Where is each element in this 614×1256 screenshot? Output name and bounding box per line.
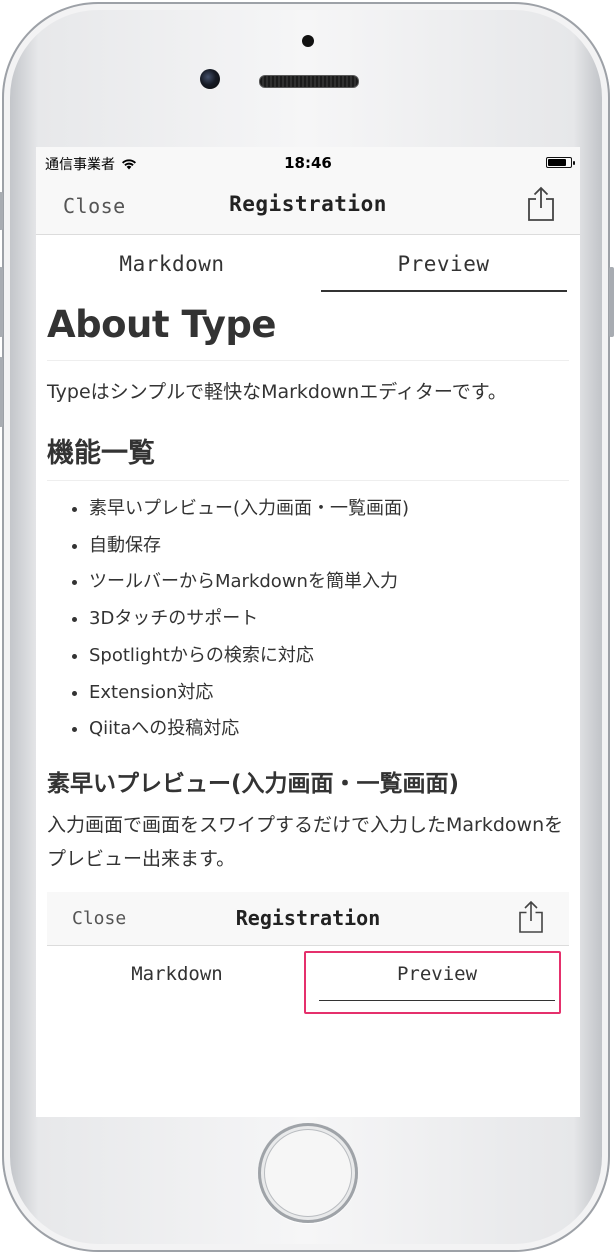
volume-up-button xyxy=(0,267,3,337)
embedded-title: Registration xyxy=(235,905,381,930)
mute-switch xyxy=(0,192,3,230)
battery-icon xyxy=(546,157,575,168)
list-item: Spotlightからの検索に対応 xyxy=(89,638,569,675)
embedded-mode-tabs: Markdown Preview xyxy=(47,946,569,1014)
power-button xyxy=(609,267,614,337)
highlight-annotation-box xyxy=(304,950,561,1014)
share-icon[interactable] xyxy=(526,186,556,222)
tab-markdown[interactable]: Markdown xyxy=(36,235,308,293)
list-item: 3Dタッチのサポート xyxy=(89,601,569,638)
document-section-paragraph: 入力画面で画面をスワイプするだけで入力したMarkdownをプレビュー出来ます。 xyxy=(47,813,564,870)
list-item: 自動保存 xyxy=(89,528,569,565)
front-camera xyxy=(200,69,220,89)
page-title: Registration xyxy=(229,192,387,216)
iphone-frame: 通信事業者 18:46 Close Registration Markdown … xyxy=(0,2,614,1252)
document-heading-3: 素早いプレビュー(入力画面・一覧画面) xyxy=(47,770,460,797)
list-item: Qiitaへの投稿対応 xyxy=(89,711,569,748)
proximity-sensor xyxy=(302,35,314,47)
document-heading-1: About Type xyxy=(47,303,569,361)
document-intro-paragraph: Typeはシンプルで軽快なMarkdownエディターです。 xyxy=(47,381,507,403)
status-bar: 通信事業者 18:46 xyxy=(36,147,580,177)
earpiece-speaker xyxy=(259,75,359,88)
document-heading-2: 機能一覧 xyxy=(47,431,569,481)
embedded-tab-markdown: Markdown xyxy=(131,962,223,985)
feature-list: 素早いプレビュー(入力画面・一覧画面) 自動保存 ツールバーからMarkdown… xyxy=(47,491,569,748)
list-item: ツールバーからMarkdownを簡単入力 xyxy=(89,564,569,601)
phone-screen: 通信事業者 18:46 Close Registration Markdown … xyxy=(36,147,580,1117)
embedded-navigation-bar: Close Registration xyxy=(47,891,569,946)
volume-down-button xyxy=(0,357,3,427)
embedded-screenshot: Close Registration Markdown Preview xyxy=(47,891,569,1062)
embedded-share-icon xyxy=(519,900,543,933)
navigation-bar: Close Registration xyxy=(36,177,580,235)
list-item: Extension対応 xyxy=(89,675,569,712)
preview-content: About Type Typeはシンプルで軽快なMarkdownエディターです。… xyxy=(36,303,580,1062)
battery-level-fill xyxy=(548,159,566,166)
home-button[interactable] xyxy=(258,1123,358,1223)
mode-tabs: Markdown Preview xyxy=(36,235,580,293)
status-time: 18:46 xyxy=(284,154,332,172)
list-item: 素早いプレビュー(入力画面・一覧画面) xyxy=(89,491,569,528)
tab-preview[interactable]: Preview xyxy=(321,235,566,293)
selected-tab-indicator xyxy=(321,290,567,292)
